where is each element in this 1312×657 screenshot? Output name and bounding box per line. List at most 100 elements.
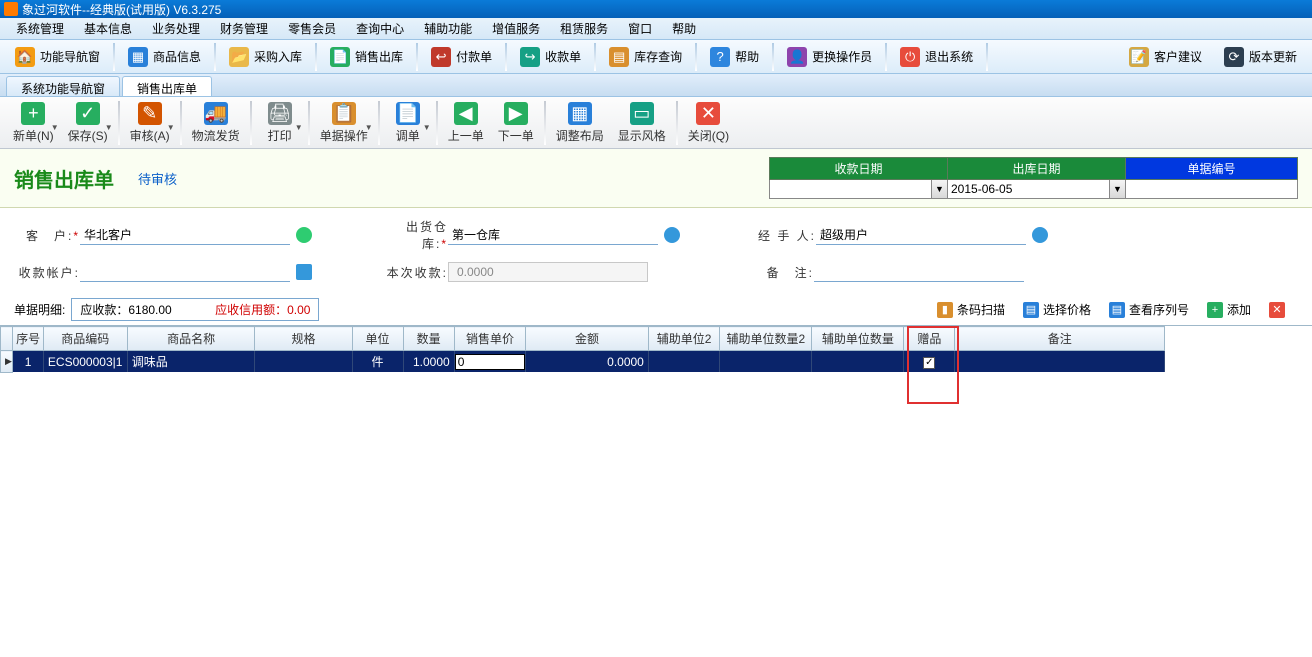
person-icon[interactable] [1032, 227, 1048, 243]
cell[interactable]: 件 [352, 351, 403, 373]
bill-no-input[interactable] [1126, 180, 1297, 198]
doc-label: 调整布局 [556, 127, 604, 144]
separator [308, 101, 310, 145]
col-商品名称[interactable]: 商品名称 [127, 327, 255, 351]
menu-item[interactable]: 租赁服务 [550, 17, 618, 40]
col-赠品[interactable]: 赠品 [904, 327, 955, 351]
toolbar-商品信息[interactable]: ▦商品信息 [117, 42, 212, 72]
tab-系统功能导航窗[interactable]: 系统功能导航窗 [6, 76, 120, 96]
cell[interactable]: 0.0000 [526, 351, 649, 373]
action-添加[interactable]: +添加 [1198, 298, 1260, 321]
row-handle[interactable]: ▶ [1, 351, 13, 373]
toolbar-label: 功能导航窗 [40, 48, 100, 65]
cell[interactable] [955, 351, 1165, 373]
book-icon[interactable] [664, 227, 680, 243]
col-单位[interactable]: 单位 [352, 327, 403, 351]
toolbar-采购入库[interactable]: 📂采购入库 [218, 42, 313, 72]
action-选择价格[interactable]: ▤选择价格 [1014, 298, 1100, 321]
action-查看序列号[interactable]: ▤查看序列号 [1100, 298, 1198, 321]
toolbar-客户建议[interactable]: 📝客户建议 [1118, 42, 1213, 72]
menu-item[interactable]: 查询中心 [346, 17, 414, 40]
doc-btn-新单(N)[interactable]: +新单(N)▼ [6, 99, 61, 147]
doc-btn-单据操作[interactable]: 📋单据操作▼ [313, 99, 375, 147]
toolbar-icon: 📝 [1129, 47, 1149, 67]
user-icon[interactable] [296, 227, 312, 243]
out-date-input[interactable] [948, 180, 1109, 198]
cell[interactable]: 调味品 [127, 351, 255, 373]
menu-item[interactable]: 窗口 [618, 17, 662, 40]
dropdown-icon[interactable]: ▼ [931, 180, 947, 198]
receipt-date-input[interactable] [770, 180, 931, 198]
doc-btn-上一单[interactable]: ◀上一单 [441, 99, 491, 147]
doc-btn-打印[interactable]: 🖨打印▼ [255, 99, 305, 147]
toolbar-付款单[interactable]: ↩付款单 [420, 42, 503, 72]
toolbar-库存查询[interactable]: ▤库存查询 [598, 42, 693, 72]
menu-item[interactable]: 零售会员 [278, 17, 346, 40]
this-pay-input[interactable] [448, 262, 648, 282]
col-销售单价[interactable]: 销售单价 [454, 327, 526, 351]
form-title: 销售出库单 [14, 164, 114, 193]
action-icon: ▤ [1109, 302, 1125, 318]
doc-btn-关闭(Q)[interactable]: ✕关闭(Q) [681, 99, 736, 147]
col-辅助单位2[interactable]: 辅助单位2 [648, 327, 720, 351]
doc-btn-显示风格[interactable]: ▭显示风格 [611, 99, 673, 147]
cell[interactable] [255, 351, 352, 373]
price-input[interactable] [455, 354, 526, 370]
col-数量[interactable]: 数量 [403, 327, 454, 351]
col-金额[interactable]: 金额 [526, 327, 649, 351]
toolbar-销售出库[interactable]: 📄销售出库 [319, 42, 414, 72]
close-icon: ✕ [1269, 302, 1285, 318]
doc-btn-保存(S)[interactable]: ✓保存(S)▼ [61, 99, 115, 147]
doc-btn-下一单[interactable]: ▶下一单 [491, 99, 541, 147]
col-辅助单位数量2[interactable]: 辅助单位数量2 [720, 327, 812, 351]
col-备注[interactable]: 备注 [955, 327, 1165, 351]
cell[interactable]: ✓ [904, 351, 955, 373]
customer-input[interactable] [80, 225, 290, 245]
this-pay-label: 本次收款: [382, 264, 448, 281]
detail-bar: 单据明细: 应收款：6180.00 应收信用额：0.00 ▮条码扫描▤选择价格▤… [0, 296, 1312, 325]
chevron-down-icon: ▼ [423, 123, 431, 132]
toolbar-功能导航窗[interactable]: 🏠 功能导航窗 [4, 42, 111, 72]
col-序号[interactable]: 序号 [13, 327, 44, 351]
menu-item[interactable]: 财务管理 [210, 17, 278, 40]
col-辅助单位数量[interactable]: 辅助单位数量 [812, 327, 904, 351]
separator [378, 101, 380, 145]
toolbar-icon: 📂 [229, 47, 249, 67]
menu-item[interactable]: 帮助 [662, 17, 706, 40]
gift-checkbox[interactable]: ✓ [923, 357, 935, 369]
account-input[interactable] [80, 262, 290, 282]
menu-item[interactable]: 基本信息 [74, 17, 142, 40]
toolbar-icon: ⟳ [1224, 47, 1244, 67]
col-商品编码[interactable]: 商品编码 [43, 327, 127, 351]
cell[interactable] [648, 351, 720, 373]
cell[interactable] [454, 351, 526, 373]
menu-item[interactable]: 业务处理 [142, 17, 210, 40]
col-规格[interactable]: 规格 [255, 327, 352, 351]
menu-item[interactable]: 系统管理 [6, 17, 74, 40]
tab-销售出库单[interactable]: 销售出库单 [122, 76, 212, 96]
toolbar-更换操作员[interactable]: 👤更换操作员 [776, 42, 883, 72]
handler-input[interactable] [816, 225, 1026, 245]
menu-item[interactable]: 增值服务 [482, 17, 550, 40]
cell[interactable]: ECS000003|1 [43, 351, 127, 373]
menu-item[interactable]: 辅助功能 [414, 17, 482, 40]
list-icon[interactable] [296, 264, 312, 280]
cell[interactable] [720, 351, 812, 373]
doc-btn-物流发货[interactable]: 🚚物流发货 [185, 99, 247, 147]
dropdown-icon[interactable]: ▼ [1109, 180, 1125, 198]
cell[interactable]: 1 [13, 351, 44, 373]
action-条码扫描[interactable]: ▮条码扫描 [928, 298, 1014, 321]
warehouse-input[interactable] [448, 225, 658, 245]
toolbar-退出系统[interactable]: ⏻退出系统 [889, 42, 984, 72]
doc-btn-审核(A)[interactable]: ✎审核(A)▼ [123, 99, 177, 147]
cell[interactable] [812, 351, 904, 373]
doc-btn-调单[interactable]: 📄调单▼ [383, 99, 433, 147]
remark-input[interactable] [814, 262, 1024, 282]
toolbar-帮助[interactable]: ?帮助 [699, 42, 770, 72]
toolbar-收款单[interactable]: ↪收款单 [509, 42, 592, 72]
toolbar-版本更新[interactable]: ⟳版本更新 [1213, 42, 1308, 72]
doc-btn-调整布局[interactable]: ▦调整布局 [549, 99, 611, 147]
cell[interactable]: 1.0000 [403, 351, 454, 373]
action-delete[interactable]: ✕ [1260, 299, 1298, 321]
toolbar-icon: 🏠 [15, 47, 35, 67]
